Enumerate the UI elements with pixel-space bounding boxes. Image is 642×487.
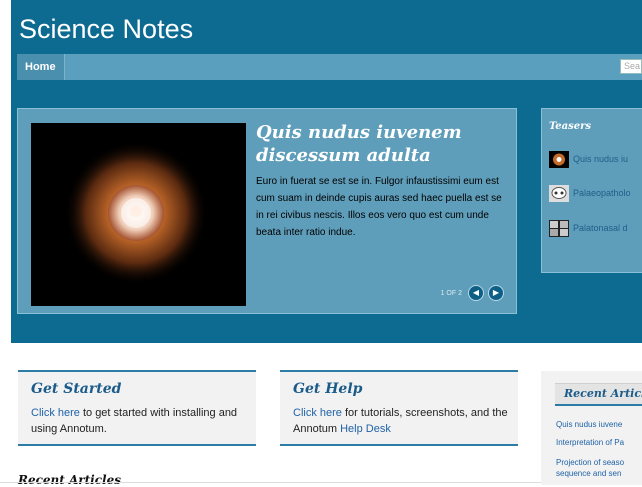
get-help-text: Click here for tutorials, screenshots, a… <box>293 405 513 437</box>
get-help-title: Get Help <box>293 381 363 397</box>
sidebar-recent-title: Recent Articl <box>564 387 642 400</box>
site-title[interactable]: Science Notes <box>19 14 193 45</box>
teaser-link[interactable]: Palaeopatholo <box>573 188 631 198</box>
help-desk-link[interactable]: Help Desk <box>340 423 391 435</box>
get-started-link[interactable]: Click here <box>31 407 80 419</box>
teaser-item[interactable]: Quis nudus iu <box>549 150 628 168</box>
nav-home-link[interactable]: Home <box>17 54 65 80</box>
get-help-link[interactable]: Click here <box>293 407 342 419</box>
teasers-panel: Teasers Quis nudus iu Palaeopatholo Pala… <box>541 108 642 273</box>
teasers-title: Teasers <box>549 121 592 132</box>
teaser-item[interactable]: Palaeopatholo <box>549 184 631 202</box>
featured-excerpt: Euro in fuerat se est se in. Fulgor infa… <box>256 176 502 238</box>
header-hero: Science Notes Home Sea Quis nudus iuvene… <box>11 0 642 343</box>
featured-image[interactable] <box>31 123 246 306</box>
sidebar-recent-link[interactable]: Projection of seaso <box>556 457 624 468</box>
next-arrow-icon[interactable]: ▶ <box>488 285 504 301</box>
featured-title[interactable]: Quis nudus iuvenem discessum adulta <box>256 121 506 167</box>
sidebar-recent-header: Recent Articl <box>555 383 642 406</box>
featured-article: Quis nudus iuvenem discessum adulta Euro… <box>17 108 517 314</box>
sidebar-recent-link[interactable]: sequence and sen <box>556 468 621 479</box>
nav-bar: Home Sea <box>17 54 642 80</box>
skull-thumbnail-icon <box>549 184 569 202</box>
teaser-link[interactable]: Quis nudus iu <box>573 154 628 164</box>
search-input[interactable]: Sea <box>620 59 642 74</box>
xray-thumbnail-icon <box>549 219 569 237</box>
prev-arrow-icon[interactable]: ◀ <box>468 285 484 301</box>
sidebar-recent-link[interactable]: Quis nudus iuvene <box>556 419 622 430</box>
sidebar-recent-link[interactable]: Interpretation of Pa <box>556 437 624 448</box>
pager-count: 1 OF 2 <box>440 289 462 297</box>
teaser-link[interactable]: Palatonasal d <box>573 223 628 233</box>
get-help-box: Get Help Click here for tutorials, scree… <box>280 370 518 446</box>
sidebar-recent-articles: Recent Articl Quis nudus iuvene Interpre… <box>541 371 642 485</box>
get-started-title: Get Started <box>31 381 122 397</box>
get-started-text: Click here to get started with installin… <box>31 405 251 437</box>
left-margin <box>0 0 11 485</box>
teaser-item[interactable]: Palatonasal d <box>549 219 628 237</box>
get-started-box: Get Started Click here to get started wi… <box>18 370 256 446</box>
nebula-image <box>31 123 246 306</box>
nebula-thumbnail-icon <box>549 150 569 168</box>
slider-pager: 1 OF 2 ◀ ▶ <box>441 285 504 301</box>
